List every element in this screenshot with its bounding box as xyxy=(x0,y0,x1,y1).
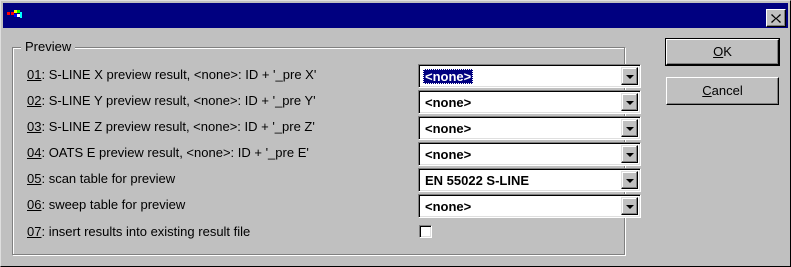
cancel-button[interactable]: Cancel xyxy=(666,77,779,105)
ok-mnemonic: O xyxy=(713,44,724,59)
title-bar[interactable] xyxy=(3,3,788,28)
row-05-label: 05: scan table for preview xyxy=(27,171,175,187)
row-02-label: 02: S-LINE Y preview result, <none>: ID … xyxy=(27,93,316,109)
dialog-window: Preview 01: S-LINE X preview result, <no… xyxy=(0,0,791,267)
chevron-down-icon[interactable] xyxy=(621,119,638,137)
row-text: : S-LINE Y preview result, <none>: ID + … xyxy=(41,93,316,108)
group-title: Preview xyxy=(21,39,76,55)
row-number: 05 xyxy=(27,171,42,186)
combo-value: <none> xyxy=(423,69,474,84)
row-number: 03 xyxy=(27,119,42,134)
ok-button[interactable]: OK xyxy=(665,38,780,66)
preview-y-combo[interactable]: <none> xyxy=(418,90,641,114)
cancel-label: ancel xyxy=(711,83,743,98)
row-06-label: 06: sweep table for preview xyxy=(27,197,185,213)
app-icon xyxy=(7,10,22,18)
scan-table-combo[interactable]: EN 55022 S-LINE xyxy=(418,168,641,192)
preview-x-combo[interactable]: <none> xyxy=(418,64,641,88)
preview-z-combo[interactable]: <none> xyxy=(418,116,641,140)
combo-value: <none> xyxy=(425,147,472,162)
chevron-down-icon[interactable] xyxy=(621,171,638,189)
row-text: : sweep table for preview xyxy=(41,197,186,212)
chevron-down-icon[interactable] xyxy=(621,145,638,163)
row-number: 01 xyxy=(27,67,42,82)
close-button[interactable] xyxy=(766,9,786,27)
cancel-mnemonic: C xyxy=(702,83,712,98)
row-text: : OATS E preview result, <none>: ID + '_… xyxy=(41,145,309,160)
chevron-down-icon[interactable] xyxy=(621,67,638,85)
insert-results-checkbox[interactable] xyxy=(419,225,432,238)
close-icon xyxy=(771,13,781,23)
row-03-label: 03: S-LINE Z preview result, <none>: ID … xyxy=(27,119,315,135)
ok-label: K xyxy=(723,44,732,59)
row-text: : insert results into existing result fi… xyxy=(41,224,251,239)
preview-oats-combo[interactable]: <none> xyxy=(418,142,641,166)
chevron-down-icon[interactable] xyxy=(621,197,638,215)
chevron-down-icon[interactable] xyxy=(621,93,638,111)
combo-value: <none> xyxy=(425,95,472,110)
combo-value: <none> xyxy=(425,199,472,214)
row-text: : S-LINE X preview result, <none>: ID + … xyxy=(41,67,317,82)
row-04-label: 04: OATS E preview result, <none>: ID + … xyxy=(27,145,309,161)
row-text: : S-LINE Z preview result, <none>: ID + … xyxy=(41,119,315,134)
row-number: 02 xyxy=(27,93,42,108)
row-number: 06 xyxy=(27,197,42,212)
sweep-table-combo[interactable]: <none> xyxy=(418,194,641,218)
row-number: 07 xyxy=(27,224,42,239)
row-07-label: 07: insert results into existing result … xyxy=(27,224,250,240)
combo-value: <none> xyxy=(425,121,472,136)
row-text: : scan table for preview xyxy=(41,171,176,186)
row-number: 04 xyxy=(27,145,42,160)
row-01-label: 01: S-LINE X preview result, <none>: ID … xyxy=(27,67,316,83)
combo-value: EN 55022 S-LINE xyxy=(425,173,530,188)
